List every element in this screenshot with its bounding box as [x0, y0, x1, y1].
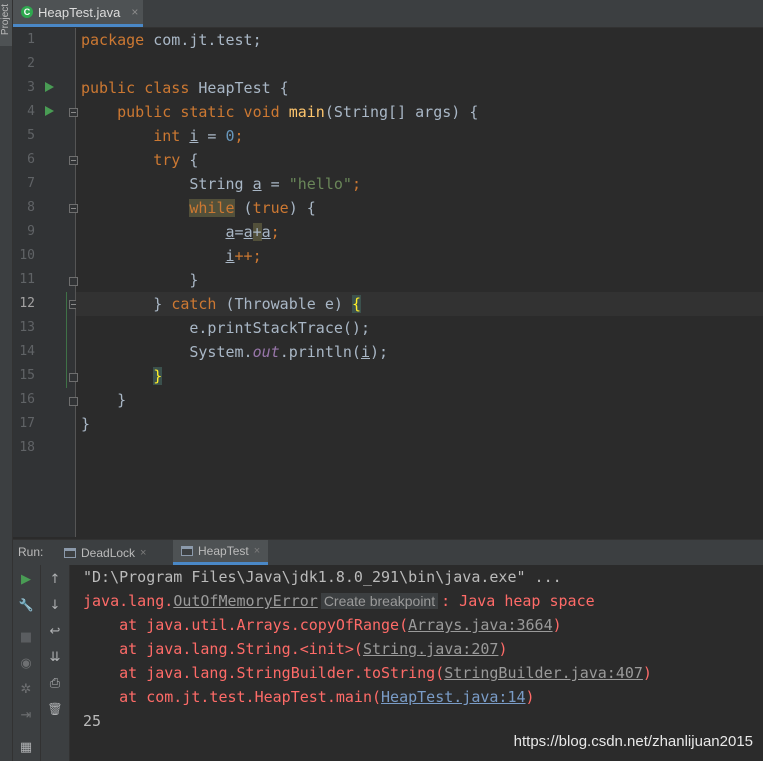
stack-trace-line: at java.lang.String.<init>(String.java:2…: [83, 640, 508, 658]
line-number: 15: [19, 368, 35, 383]
code-line-13: e.printStackTrace();: [189, 319, 370, 337]
code-editor[interactable]: 1 2 3 4 5 6 7 8 9 10 11 12 13 14 15 16 1…: [13, 28, 763, 537]
run-toolbar-primary: ▶ 🔧 ■ ◉ ✲ ⇥ ▦: [13, 565, 41, 761]
line-number: 9: [27, 224, 35, 239]
line-number: 8: [27, 200, 35, 215]
line-number: 6: [27, 152, 35, 167]
line-number: 7: [27, 176, 35, 191]
settings-icon[interactable]: 🔧: [16, 595, 36, 615]
code-line-4: public static void main(String[] args) {: [117, 103, 479, 121]
line-number: 16: [19, 392, 35, 407]
project-tool-label: Project: [0, 3, 12, 36]
fold-end-icon[interactable]: [69, 397, 78, 406]
java-class-icon: C: [21, 6, 33, 18]
camera-icon[interactable]: ◉: [16, 653, 36, 673]
code-line-12: } catch (Throwable e) {: [153, 295, 361, 313]
line-number-current: 12: [19, 296, 35, 311]
line-number: 18: [19, 440, 35, 455]
line-number: 11: [19, 272, 35, 287]
watermark-text: https://blog.csdn.net/zhanlijuan2015: [513, 733, 753, 750]
close-tab-icon[interactable]: ×: [131, 5, 138, 19]
print-icon[interactable]: ⎙: [45, 673, 65, 693]
line-number: 5: [27, 128, 35, 143]
code-line-10: i++;: [225, 247, 262, 265]
delete-icon[interactable]: 🗑: [45, 699, 65, 719]
run-tab-heaptest[interactable]: HeapTest ×: [173, 540, 269, 565]
code-line-16: }: [117, 391, 127, 409]
stack-trace-line: at java.util.Arrays.copyOfRange(Arrays.j…: [83, 616, 562, 634]
console-error-line: java.lang.OutOfMemoryError Create breakpo…: [83, 592, 595, 610]
console-output-line: 25: [83, 712, 102, 730]
run-tab-label: HeapTest: [198, 544, 249, 558]
code-line-8: while (true) {: [189, 199, 316, 217]
line-number: 3: [27, 80, 35, 95]
fold-marker-icon[interactable]: [69, 108, 78, 117]
scroll-to-end-icon[interactable]: ⇊: [45, 647, 65, 667]
line-number-gutter: 1 2 3 4 5 6 7 8 9 10 11 12 13 14 15 16 1…: [13, 28, 78, 537]
fold-end-icon[interactable]: [69, 277, 78, 286]
run-tab-label: DeadLock: [81, 545, 136, 560]
fold-marker-icon[interactable]: [69, 156, 78, 165]
code-line-1: package com.jt.test;: [81, 31, 262, 49]
stack-trace-link[interactable]: HeapTest.java:14: [381, 688, 526, 706]
run-console[interactable]: "D:\Program Files\Java\jdk1.8.0_291\bin\…: [70, 565, 763, 761]
scope-indicator: [66, 292, 67, 388]
run-config-icon: [64, 547, 76, 558]
run-class-icon[interactable]: [45, 82, 54, 92]
line-number: 1: [27, 32, 35, 47]
stack-trace-line: at com.jt.test.HeapTest.main(HeapTest.ja…: [83, 688, 535, 706]
fold-marker-icon[interactable]: [69, 204, 78, 213]
code-line-9: a=a+a;: [225, 223, 280, 241]
run-tab-deadlock[interactable]: DeadLock ×: [56, 540, 154, 565]
line-number: 4: [27, 104, 35, 119]
code-line-6: try {: [153, 151, 199, 169]
stack-trace-link[interactable]: Arrays.java:3664: [408, 616, 553, 634]
create-breakpoint-hint[interactable]: Create breakpoint: [320, 593, 439, 609]
run-toolbar-secondary: ↑ ↓ ↩ ⇊ ⎙ 🗑: [41, 565, 70, 761]
editor-tab-label: HeapTest.java: [38, 4, 121, 20]
tool-window-strip: Project: [0, 0, 13, 761]
stack-trace-link[interactable]: StringBuilder.java:407: [444, 664, 643, 682]
code-line-5: int i = 0;: [153, 127, 244, 145]
line-number: 13: [19, 320, 35, 335]
project-tool-tab[interactable]: Project: [0, 0, 12, 46]
close-run-tab-icon[interactable]: ×: [254, 545, 260, 557]
run-config-icon: [181, 546, 193, 556]
layout-icon[interactable]: ▦: [16, 737, 36, 757]
line-number: 2: [27, 56, 35, 71]
code-line-17: }: [81, 415, 91, 433]
console-command-line: "D:\Program Files\Java\jdk1.8.0_291\bin\…: [83, 568, 562, 586]
rerun-icon[interactable]: ▶: [16, 569, 36, 589]
run-panel-label: Run:: [18, 545, 44, 559]
debug-icon[interactable]: ✲: [16, 679, 36, 699]
editor-tab-heaptest[interactable]: C HeapTest.java ×: [13, 0, 143, 27]
stop-icon[interactable]: ■: [16, 627, 36, 647]
line-number: 10: [19, 248, 35, 263]
code-line-7: String a = "hello";: [189, 175, 361, 193]
soft-wrap-icon[interactable]: ↩: [45, 621, 65, 641]
code-line-14: System.out.println(i);: [189, 343, 389, 361]
fold-end-icon[interactable]: [69, 373, 78, 382]
code-line-15: }: [153, 367, 163, 385]
stack-trace-line: at java.lang.StringBuilder.toString(Stri…: [83, 664, 652, 682]
code-line-3: public class HeapTest {: [81, 79, 289, 97]
exit-icon[interactable]: ⇥: [16, 705, 36, 725]
code-line-11: }: [189, 271, 199, 289]
editor-tab-bar: C HeapTest.java ×: [13, 0, 763, 28]
down-arrow-icon[interactable]: ↓: [45, 595, 65, 615]
exception-class-link[interactable]: OutOfMemoryError: [173, 592, 318, 610]
run-panel-header: Run: DeadLock × HeapTest ×: [13, 539, 763, 565]
up-arrow-icon[interactable]: ↑: [45, 569, 65, 589]
line-number: 14: [19, 344, 35, 359]
stack-trace-link[interactable]: String.java:207: [363, 640, 498, 658]
run-main-icon[interactable]: [45, 106, 54, 116]
line-number: 17: [19, 416, 35, 431]
close-run-tab-icon[interactable]: ×: [140, 547, 146, 559]
